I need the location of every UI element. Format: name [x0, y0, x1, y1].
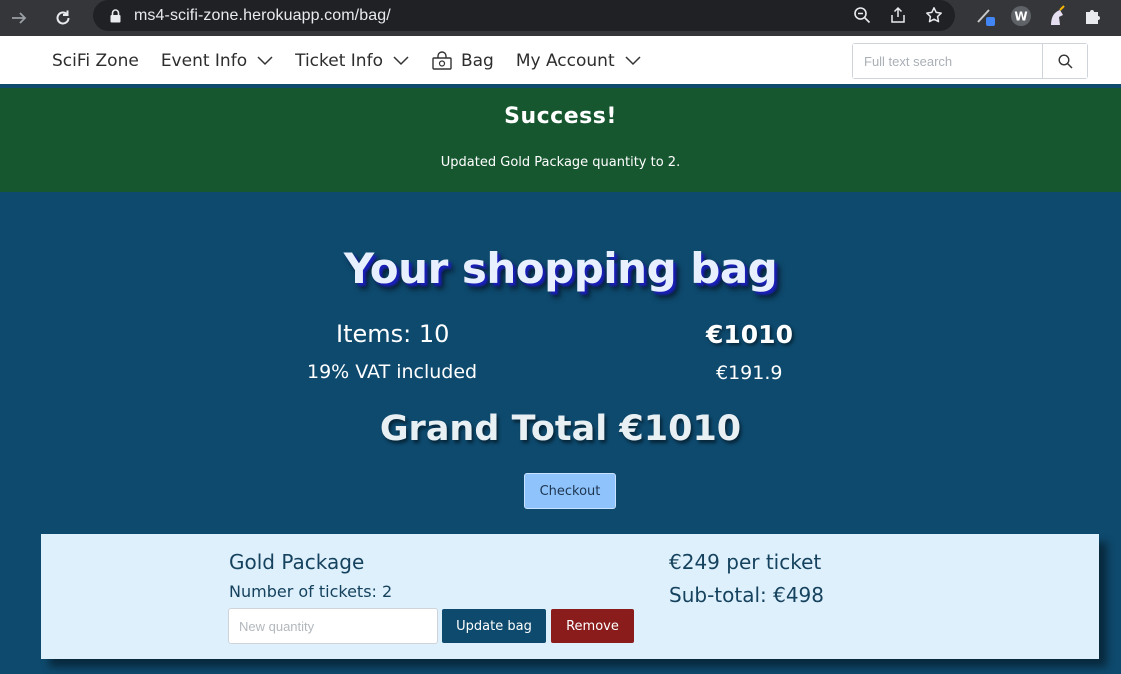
extension-w-icon[interactable]: W [1008, 3, 1034, 29]
update-bag-button[interactable]: Update bag [442, 609, 546, 643]
search-form [852, 43, 1088, 79]
page-title: Your shopping bag [343, 244, 778, 293]
puzzle-icon[interactable] [1080, 3, 1106, 29]
svg-text:W: W [1014, 9, 1027, 23]
remove-button[interactable]: Remove [551, 609, 634, 643]
lock-icon[interactable] [110, 8, 124, 23]
search-button[interactable] [1043, 44, 1087, 78]
nav-ticket-info-label: Ticket Info [295, 51, 383, 71]
share-icon[interactable] [887, 4, 909, 26]
nav-bag[interactable]: Bag [431, 51, 494, 71]
extension-unicorn-icon[interactable] [1044, 3, 1070, 29]
brand-label: SciFi Zone [52, 51, 139, 71]
alert-title: Success! [504, 104, 617, 129]
nav-my-account[interactable]: My Account [516, 51, 641, 71]
vat-value: €191.9 [716, 362, 783, 384]
nav-bag-label: Bag [460, 51, 494, 71]
search-icon [1058, 53, 1073, 68]
site-header: SciFi Zone Event Info Ticket Info Bag My… [0, 36, 1121, 86]
bag-item-card: Gold Package Number of tickets: 2 Update… [41, 534, 1099, 659]
quantity-input[interactable] [228, 608, 438, 644]
nav-event-info[interactable]: Event Info [161, 51, 273, 71]
extension-pen-icon[interactable] [972, 3, 998, 29]
chevron-down-icon [393, 56, 409, 66]
product-name: Gold Package [229, 550, 365, 574]
brand-link[interactable]: SciFi Zone [52, 51, 139, 71]
star-icon[interactable] [923, 4, 945, 26]
grand-total: Grand Total €1010 [379, 409, 742, 449]
forward-icon[interactable] [6, 5, 32, 31]
nav-my-account-label: My Account [515, 51, 615, 71]
chevron-down-icon [625, 56, 641, 66]
address-bar[interactable]: ms4-scifi-zone.herokuapp.com/bag/ [93, 0, 955, 31]
chevron-down-icon [257, 56, 273, 66]
ticket-count: Number of tickets: 2 [229, 582, 393, 601]
success-alert: Success! Updated Gold Package quantity t… [0, 88, 1121, 192]
alert-message: Updated Gold Package quantity to 2. [440, 155, 681, 170]
url-text: ms4-scifi-zone.herokuapp.com/bag/ [134, 6, 391, 24]
nav-event-info-label: Event Info [160, 51, 248, 71]
item-subtotal: Sub-total: €498 [669, 583, 825, 607]
nav-ticket-info[interactable]: Ticket Info [295, 51, 409, 71]
browser-toolbar: ms4-scifi-zone.herokuapp.com/bag/ W [0, 0, 1121, 36]
checkout-button[interactable]: Checkout [524, 473, 616, 509]
shopping-bag-icon [431, 51, 453, 71]
items-count: Items: 10 [336, 320, 450, 348]
ticket-price: €249 per ticket [669, 550, 822, 574]
search-input[interactable] [853, 44, 1044, 78]
main-nav: SciFi Zone Event Info Ticket Info Bag My… [52, 36, 663, 86]
vat-label: 19% VAT included [307, 361, 478, 383]
items-total: €1010 [706, 320, 793, 349]
reload-icon[interactable] [50, 5, 76, 31]
zoom-icon[interactable] [851, 4, 873, 26]
